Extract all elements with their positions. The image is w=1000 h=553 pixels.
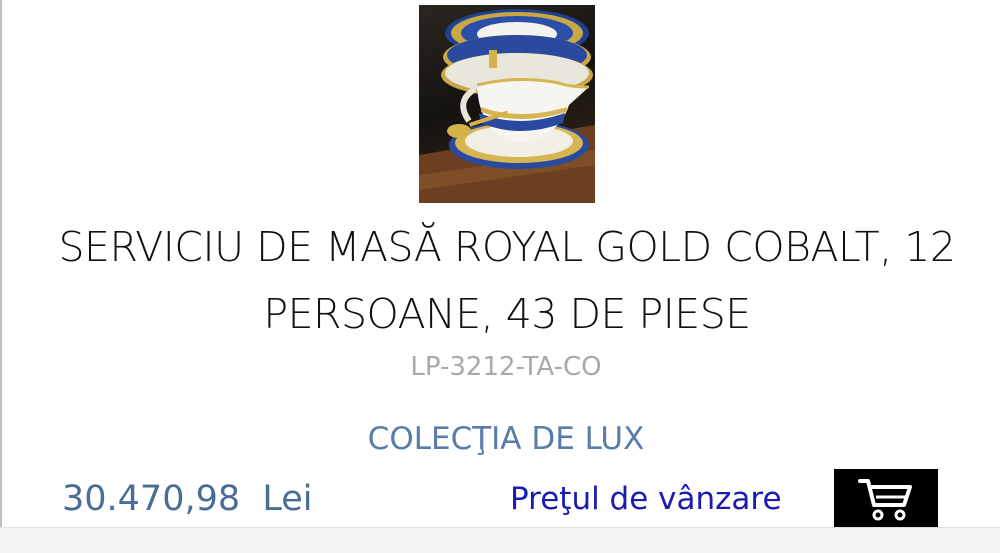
- price-label: Preţul de vânzare: [510, 481, 782, 517]
- product-price: 30.470,98 Lei: [62, 479, 313, 519]
- add-to-cart-button[interactable]: [834, 469, 938, 527]
- product-sku: LP-3212-TA-CO: [410, 352, 602, 382]
- collection-link[interactable]: COLECŢIA DE LUX: [0, 421, 1000, 457]
- product-card: SERVICIU DE MASĂ ROYAL GOLD COBALT, 12 P…: [0, 0, 1000, 553]
- shopping-cart-icon: [858, 479, 912, 521]
- product-title[interactable]: SERVICIU DE MASĂ ROYAL GOLD COBALT, 12 P…: [20, 214, 994, 348]
- product-image[interactable]: [419, 5, 595, 203]
- tableware-illustration: [419, 9, 595, 203]
- bottom-bar: [0, 527, 1000, 553]
